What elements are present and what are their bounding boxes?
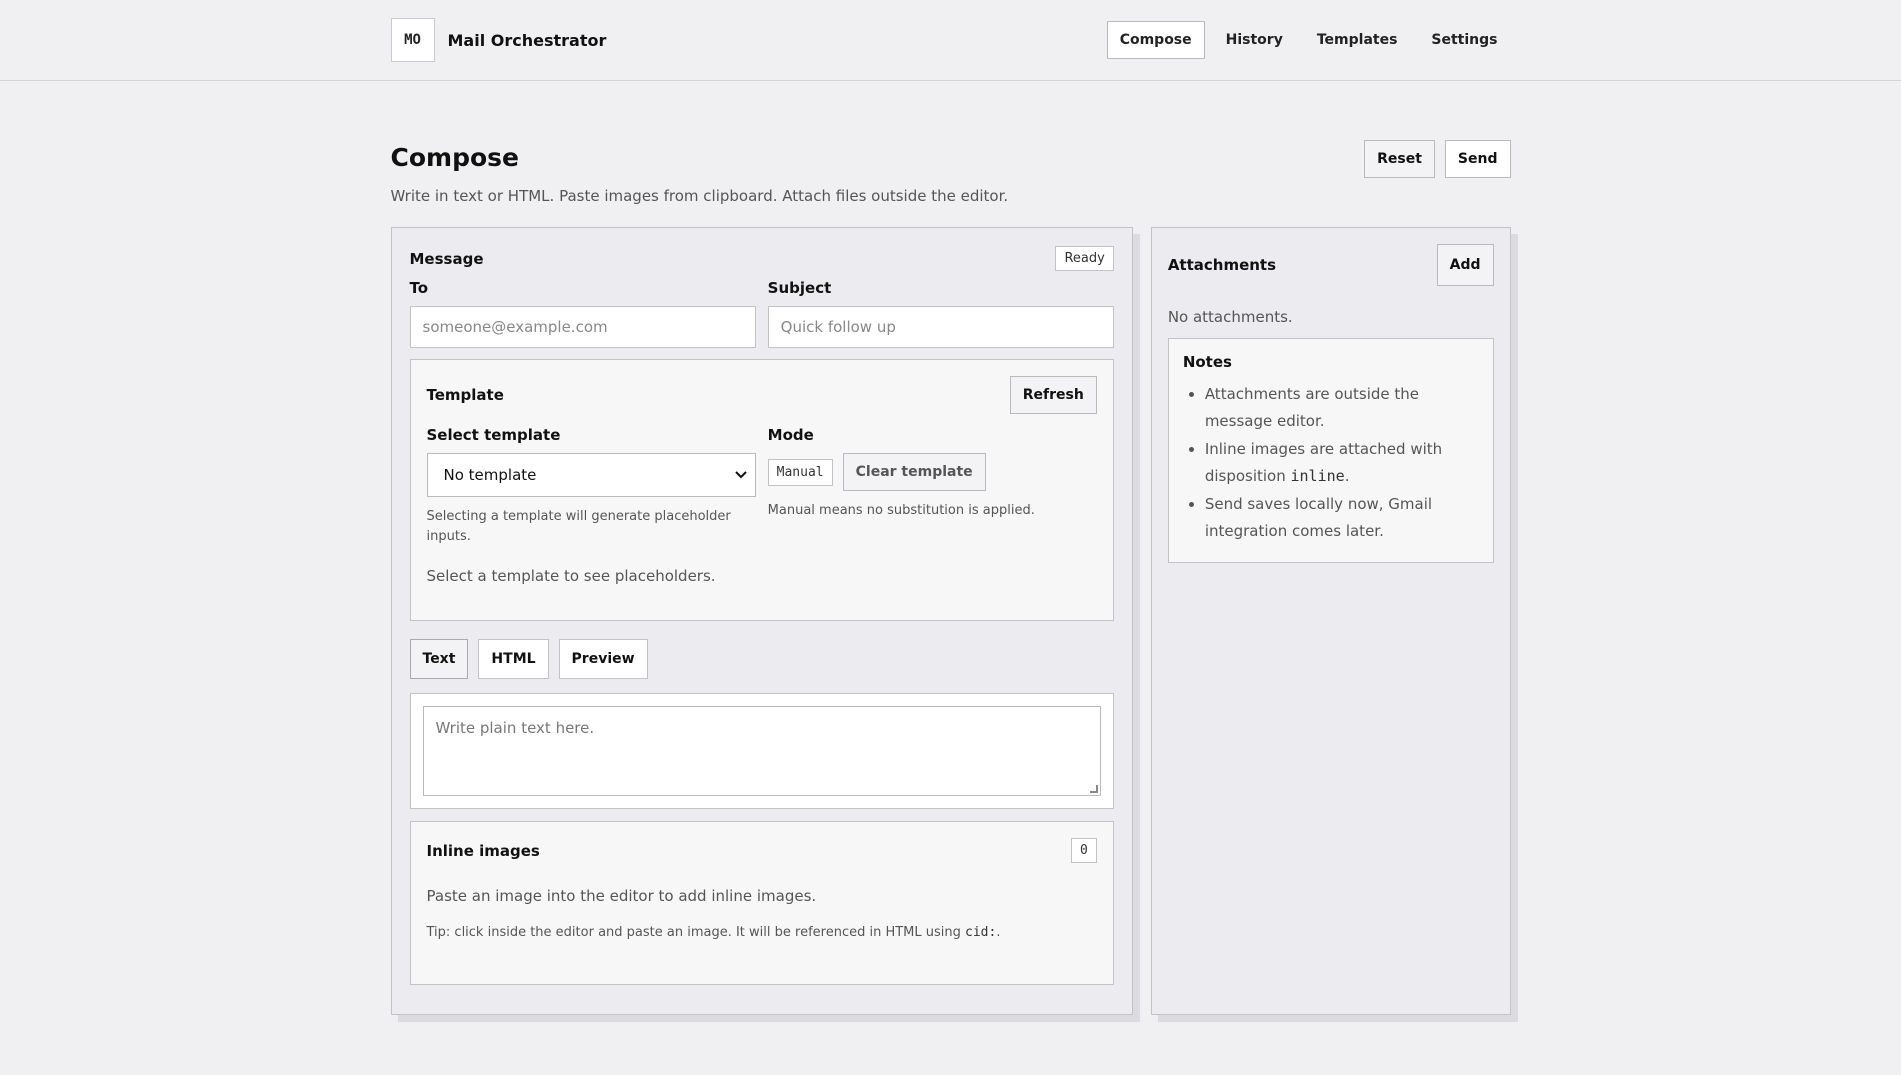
inline-images-tip: Tip: click inside the editor and paste a…	[427, 925, 1097, 940]
notes-item-code: inline	[1290, 467, 1345, 485]
textarea-placeholder: Write plain text here.	[435, 719, 595, 737]
message-panel: Message Ready To someone@example.com Sub…	[390, 227, 1133, 1015]
clear-template-button[interactable]: Clear template	[842, 453, 986, 491]
nav-compose[interactable]: Compose	[1106, 21, 1205, 59]
template-select[interactable]: No template	[426, 453, 756, 497]
select-template-hint: Selecting a template will generate place…	[426, 509, 731, 545]
tab-html[interactable]: HTML	[478, 639, 549, 679]
main-content: Compose Write in text or HTML. Paste ima…	[390, 81, 1511, 1015]
placeholders-empty: Select a template to see placeholders.	[426, 567, 716, 586]
inline-images-card: Inline images 0 Paste an image into the …	[409, 821, 1114, 985]
notes-item-suffix: .	[1344, 467, 1350, 485]
main-nav: Compose History Templates Settings	[1106, 21, 1511, 59]
mode-label: Mode	[767, 426, 814, 444]
add-attachment-button[interactable]: Add	[1436, 244, 1494, 286]
notes-item: Attachments are outside the message edit…	[1205, 381, 1479, 435]
notes-list: Attachments are outside the message edit…	[1183, 381, 1479, 545]
brand-name: Mail Orchestrator	[447, 30, 607, 50]
brand[interactable]: MO Mail Orchestrator	[390, 18, 607, 62]
to-label: To	[409, 279, 429, 297]
nav-settings[interactable]: Settings	[1418, 21, 1510, 59]
tip-suffix: .	[996, 925, 1001, 940]
subject-label: Subject	[767, 279, 832, 297]
subject-placeholder: Quick follow up	[780, 318, 896, 336]
message-textarea[interactable]: Write plain text here.	[422, 706, 1101, 796]
nav-templates[interactable]: Templates	[1304, 21, 1411, 59]
tab-preview[interactable]: Preview	[558, 639, 648, 679]
send-button[interactable]: Send	[1444, 140, 1511, 178]
editor-tabs: Text HTML Preview	[409, 639, 1114, 679]
reset-button[interactable]: Reset	[1364, 140, 1435, 178]
top-bar: MO Mail Orchestrator Compose History Tem…	[0, 0, 1901, 81]
page-header: Compose Write in text or HTML. Paste ima…	[390, 140, 1511, 205]
notes-item: Send saves locally now, Gmail integratio…	[1205, 491, 1479, 545]
inline-images-empty: Paste an image into the editor to add in…	[426, 887, 817, 905]
tip-text: Tip: click inside the editor and paste a…	[426, 925, 966, 940]
refresh-button[interactable]: Refresh	[1009, 376, 1097, 414]
notes-card: Notes Attachments are outside the messag…	[1167, 338, 1494, 563]
status-badge: Ready	[1055, 246, 1114, 271]
notes-item: Inline images are attached with disposit…	[1205, 436, 1479, 490]
mode-chip: Manual	[767, 458, 833, 486]
mode-hint: Manual means no substitution is applied.	[767, 503, 1035, 518]
select-template-label: Select template	[426, 426, 561, 444]
notes-title: Notes	[1182, 353, 1232, 371]
to-input[interactable]: someone@example.com	[409, 306, 756, 348]
page-subtitle: Write in text or HTML. Paste images from…	[390, 187, 1009, 205]
resize-handle[interactable]	[1089, 785, 1098, 793]
attachments-title: Attachments	[1167, 256, 1277, 274]
page-title: Compose	[390, 143, 519, 172]
inline-images-count: 0	[1070, 838, 1097, 863]
template-select-value: No template	[443, 466, 537, 484]
tab-text[interactable]: Text	[409, 639, 469, 679]
tip-code: cid:	[965, 925, 997, 940]
editor-card: Write plain text here.	[409, 693, 1114, 809]
to-placeholder: someone@example.com	[422, 318, 608, 336]
template-title: Template	[426, 386, 504, 404]
message-title: Message	[409, 249, 484, 268]
subject-input[interactable]: Quick follow up	[767, 306, 1114, 348]
attachments-empty: No attachments.	[1167, 308, 1293, 326]
inline-images-title: Inline images	[426, 841, 540, 860]
nav-history[interactable]: History	[1213, 21, 1296, 59]
attachments-panel: Attachments Add No attachments. Notes At…	[1150, 227, 1511, 1015]
brand-logo: MO	[390, 18, 435, 62]
chevron-down-icon	[734, 471, 747, 479]
template-card: Template Refresh Select template No temp…	[409, 359, 1114, 621]
